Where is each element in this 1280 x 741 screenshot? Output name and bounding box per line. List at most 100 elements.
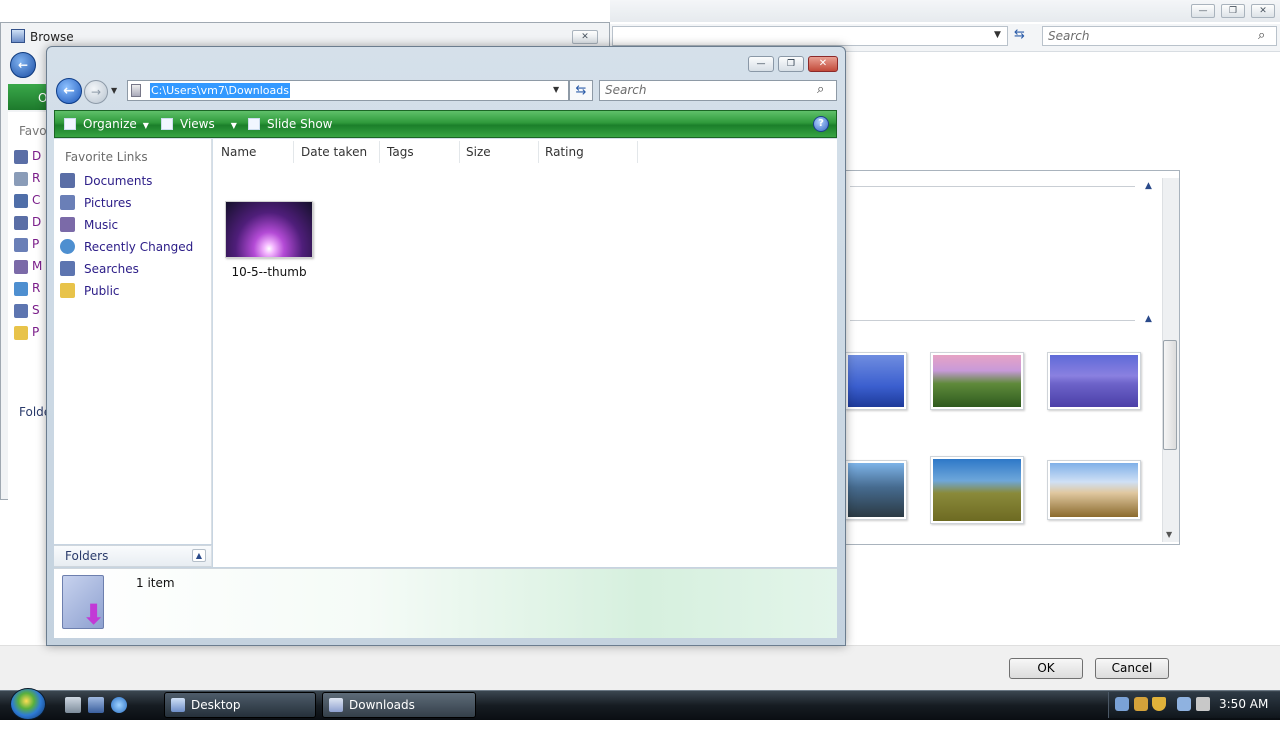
music-icon <box>14 259 28 274</box>
browse-sidebar-item[interactable]: S <box>14 303 44 321</box>
address-path-text[interactable]: C:\Users\vm7\Downloads <box>150 83 290 98</box>
slideshow-icon <box>248 118 260 130</box>
address-dropdown-icon[interactable]: ▼ <box>553 85 559 94</box>
chevron-up-icon[interactable]: ▲ <box>192 549 206 562</box>
browse-sidebar-item[interactable]: M <box>14 259 44 277</box>
volume-icon[interactable] <box>1196 697 1210 711</box>
clock[interactable]: 3:50 AM <box>1219 697 1268 711</box>
switch-windows-icon[interactable] <box>88 697 104 713</box>
browse-sidebar-item[interactable]: R <box>14 171 44 189</box>
search-input[interactable]: Search <box>599 80 837 101</box>
browse-close-button[interactable]: ✕ <box>572 30 598 44</box>
nav-link-public[interactable]: Public <box>60 281 120 301</box>
browse-window-icon <box>11 29 25 43</box>
bg-maximize-button[interactable]: ❐ <box>1221 4 1245 18</box>
bg-title-bar <box>610 0 1280 22</box>
column-header-name[interactable]: Name <box>214 141 294 163</box>
bg-search-input[interactable]: Search <box>1042 26 1277 46</box>
downloads-folder-icon <box>329 698 343 712</box>
maximize-button[interactable]: ❐ <box>778 56 804 72</box>
chevron-down-icon: ▼ <box>230 121 237 130</box>
browse-sidebar-item[interactable]: D <box>14 149 44 167</box>
help-icon[interactable]: ? <box>813 116 829 132</box>
internet-explorer-icon[interactable] <box>111 697 127 713</box>
recent-icon <box>14 171 28 186</box>
wallpaper-thumbnail[interactable] <box>1047 352 1141 410</box>
item-count: 1 item <box>136 576 175 590</box>
start-button[interactable] <box>10 688 46 720</box>
browse-sidebar-item[interactable]: P <box>14 325 44 343</box>
bg-close-button[interactable]: ✕ <box>1251 4 1275 18</box>
collapse-icon[interactable]: ▲ <box>1145 314 1155 324</box>
browse-favorites-label: Favo <box>19 124 47 138</box>
file-name[interactable]: 10-5--thumb <box>221 265 317 279</box>
scrollbar-thumb[interactable] <box>1163 340 1177 450</box>
column-header-size[interactable]: Size <box>459 141 539 163</box>
cancel-button[interactable]: Cancel <box>1095 658 1169 679</box>
wallpaper-thumbnail[interactable] <box>930 456 1024 524</box>
taskbar-button-desktop-background[interactable]: Desktop Background <box>164 692 316 736</box>
browse-sidebar-item[interactable]: P <box>14 237 44 255</box>
nav-link-pictures[interactable]: Pictures <box>60 193 132 213</box>
group-divider <box>850 320 1135 321</box>
public-folder-icon <box>14 325 28 340</box>
taskbar-button-downloads[interactable]: Downloads <box>322 692 476 718</box>
public-folder-icon <box>60 283 75 298</box>
wallpaper-thumbnail[interactable] <box>845 352 907 410</box>
bg-minimize-button[interactable]: — <box>1191 4 1215 18</box>
organize-icon <box>64 118 76 130</box>
pictures-icon <box>60 195 75 210</box>
desktop-background-icon <box>171 698 185 712</box>
bg-address-bar[interactable] <box>612 26 1008 46</box>
nav-link-documents[interactable]: Documents <box>60 171 152 191</box>
bg-address-dropdown-icon[interactable]: ▼ <box>994 30 1001 40</box>
bg-search-icon[interactable]: ⌕ <box>1258 28 1265 43</box>
documents-icon <box>60 173 75 188</box>
display-icon[interactable] <box>1177 697 1191 711</box>
search-icon[interactable]: ⌕ <box>817 82 824 97</box>
organize-button[interactable]: Organize ▼ <box>64 116 149 132</box>
refresh-button[interactable]: ⇆ <box>569 80 593 101</box>
tray-app-icon[interactable] <box>1134 697 1148 711</box>
folder-path-icon <box>131 84 141 97</box>
wallpaper-thumbnail[interactable] <box>930 352 1024 410</box>
scroll-down-icon[interactable]: ▼ <box>1166 530 1172 539</box>
group-divider <box>850 186 1135 187</box>
documents-icon <box>14 215 28 230</box>
nav-link-music[interactable]: Music <box>60 215 118 235</box>
nav-link-searches[interactable]: Searches <box>60 259 139 279</box>
browse-sidebar-item[interactable]: C <box>14 193 44 211</box>
security-shield-icon[interactable] <box>1152 697 1166 711</box>
recent-icon <box>60 239 75 254</box>
recent-icon <box>14 281 28 296</box>
recent-pages-dropdown-icon[interactable]: ▼ <box>111 86 117 95</box>
computer-icon <box>14 193 28 208</box>
column-header-date-taken[interactable]: Date taken <box>294 141 380 163</box>
bg-refresh-icon[interactable]: ⇆ <box>1014 27 1025 42</box>
ok-button[interactable]: OK <box>1009 658 1083 679</box>
views-button[interactable]: Views ▼ <box>161 116 237 132</box>
column-header-tags[interactable]: Tags <box>380 141 460 163</box>
minimize-button[interactable]: — <box>748 56 774 72</box>
file-thumbnail[interactable] <box>225 201 313 258</box>
collapse-icon[interactable]: ▲ <box>1145 181 1155 191</box>
wallpaper-thumbnail[interactable] <box>1047 460 1141 520</box>
slideshow-button[interactable]: Slide Show <box>248 116 332 132</box>
column-header-rating[interactable]: Rating <box>538 141 638 163</box>
browse-back-button[interactable]: ← <box>10 52 36 78</box>
browse-sidebar-item[interactable]: D <box>14 215 44 233</box>
documents-icon <box>14 149 28 164</box>
forward-button[interactable]: → <box>84 80 108 104</box>
browse-sidebar-item[interactable]: R <box>14 281 44 299</box>
download-arrow-icon: ⬇ <box>82 598 106 631</box>
back-button[interactable]: ← <box>56 78 82 104</box>
pictures-icon <box>14 237 28 252</box>
wallpaper-thumbnail[interactable] <box>845 460 907 520</box>
close-button[interactable]: ✕ <box>808 56 838 72</box>
chevron-down-icon: ▼ <box>142 121 149 130</box>
folders-label[interactable]: Folders <box>65 549 108 563</box>
show-desktop-icon[interactable] <box>65 697 81 713</box>
network-icon[interactable] <box>1115 697 1129 711</box>
nav-link-recently-changed[interactable]: Recently Changed <box>60 237 193 257</box>
dialog-button-row <box>0 645 1280 690</box>
